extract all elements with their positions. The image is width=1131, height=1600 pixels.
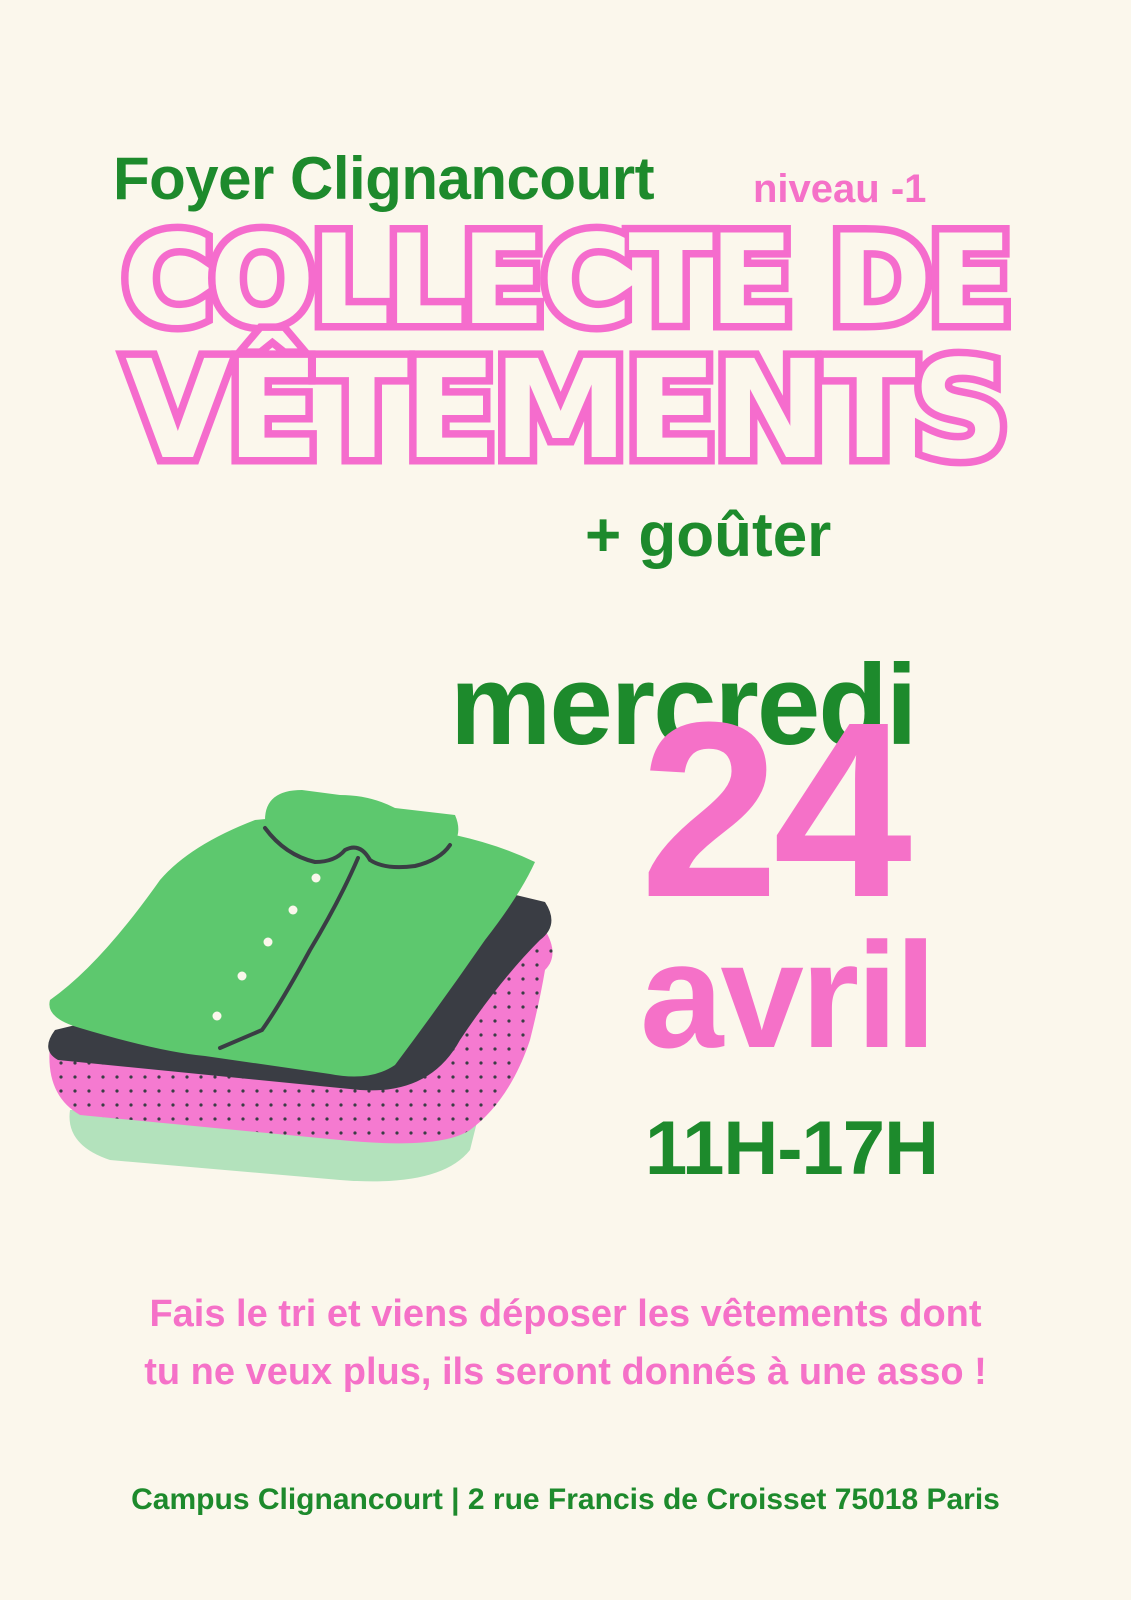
campus-address: Campus Clignancourt | 2 rue Francis de C…: [131, 1483, 1000, 1516]
venue-level: niveau -1: [753, 167, 927, 211]
title-line-2: VÊTEMENTS: [118, 332, 1018, 490]
message-line-2: tu ne veux plus, ils seront donnés à une…: [144, 1351, 987, 1393]
event-month: avril: [640, 911, 937, 1079]
event-date: 24: [640, 670, 912, 949]
venue-name: Foyer Clignancourt: [113, 145, 655, 212]
snack-note: + goûter: [585, 501, 832, 570]
title-line-1: COLLECTE DE: [115, 209, 1020, 354]
donation-message: Fais le tri et viens déposer les vêtemen…: [0, 1285, 1131, 1401]
event-hours: 11H-17H: [645, 1106, 939, 1191]
folded-clothes-icon: [48, 790, 553, 1182]
message-line-1: Fais le tri et viens déposer les vêtemen…: [149, 1293, 982, 1335]
